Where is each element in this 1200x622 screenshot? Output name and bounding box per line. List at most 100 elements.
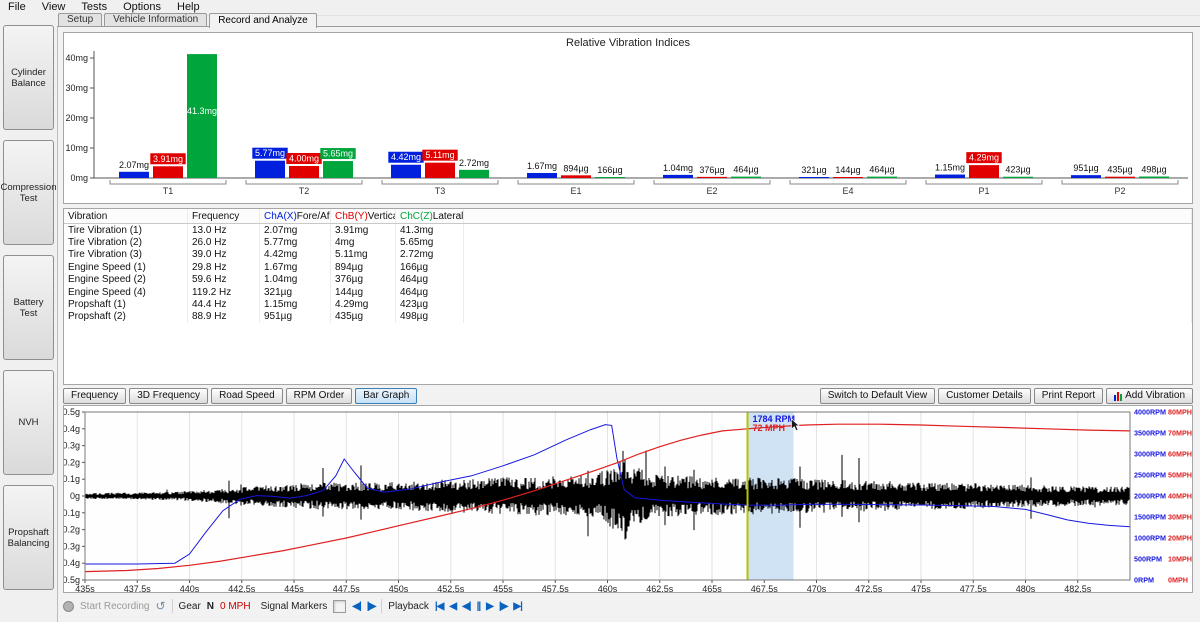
svg-text:500RPM: 500RPM bbox=[1134, 555, 1162, 564]
start-recording-button[interactable]: Start Recording bbox=[80, 601, 149, 612]
svg-text:T2: T2 bbox=[299, 186, 310, 196]
table-row[interactable]: Tire Vibration (2)26.0 Hz5.77mg4mg5.65mg bbox=[64, 236, 1192, 248]
svg-text:40MPH: 40MPH bbox=[1168, 492, 1192, 501]
3d-frequency-button[interactable]: 3D Frequency bbox=[129, 388, 208, 404]
tab-record-and-analyze[interactable]: Record and Analyze bbox=[209, 13, 317, 28]
sidebar-button-nvh[interactable]: NVH bbox=[3, 370, 54, 475]
step-forward-button[interactable]: |▶ bbox=[499, 601, 508, 612]
svg-text:-0.5g: -0.5g bbox=[64, 575, 80, 585]
print-report-button[interactable]: Print Report bbox=[1034, 388, 1103, 404]
rpm-order-button[interactable]: RPM Order bbox=[286, 388, 353, 404]
signal-markers-label: Signal Markers bbox=[261, 601, 328, 612]
table-row[interactable]: Tire Vibration (1)13.0 Hz2.07mg3.91mg41.… bbox=[64, 224, 1192, 236]
table-row[interactable]: Engine Speed (2)59.6 Hz1.04mg376µg464µg bbox=[64, 274, 1192, 286]
svg-text:445s: 445s bbox=[284, 584, 304, 592]
svg-text:1000RPM: 1000RPM bbox=[1134, 534, 1166, 543]
bar-T3-ch0 bbox=[391, 165, 421, 178]
svg-text:450s: 450s bbox=[389, 584, 409, 592]
table-row[interactable]: Tire Vibration (3)39.0 Hz4.42mg5.11mg2.7… bbox=[64, 249, 1192, 261]
bar-T2-ch0 bbox=[255, 161, 285, 178]
bar-E2-ch2 bbox=[731, 177, 761, 178]
svg-text:41.3mg: 41.3mg bbox=[187, 106, 217, 116]
sidebar-button-cylinder-balance[interactable]: Cylinder Balance bbox=[3, 25, 54, 130]
bar-graph-button[interactable]: Bar Graph bbox=[355, 388, 417, 404]
svg-text:457.5s: 457.5s bbox=[542, 584, 570, 592]
previous-marker-button[interactable]: ◀| bbox=[352, 601, 361, 612]
next-marker-button[interactable]: |▶ bbox=[367, 601, 376, 612]
table-header-cell: ChB(Y) Vertical bbox=[331, 209, 396, 223]
sidebar-button-battery-test[interactable]: Battery Test bbox=[3, 255, 54, 360]
road-speed-button[interactable]: Road Speed bbox=[211, 388, 283, 404]
svg-text:3500RPM: 3500RPM bbox=[1134, 429, 1166, 438]
svg-text:3000RPM: 3000RPM bbox=[1134, 450, 1166, 459]
table-row[interactable]: Engine Speed (1)29.8 Hz1.67mg894µg166µg bbox=[64, 261, 1192, 273]
marker-nav-buttons: ◀| |▶ bbox=[352, 601, 375, 612]
bar-T3-ch2 bbox=[459, 170, 489, 178]
svg-text:482.5s: 482.5s bbox=[1064, 584, 1092, 592]
jump-to-end-button[interactable]: ▶| bbox=[513, 601, 522, 612]
bar-E4-ch2 bbox=[867, 177, 897, 178]
svg-text:0mg: 0mg bbox=[70, 173, 88, 183]
sidebar: Cylinder Balance Compression Test Battery … bbox=[0, 15, 57, 622]
svg-text:472.5s: 472.5s bbox=[855, 584, 883, 592]
time-plot-panel: 435s437.5s440s442.5s445s447.5s450s452.5s… bbox=[63, 405, 1193, 593]
svg-text:30MPH: 30MPH bbox=[1168, 513, 1192, 522]
svg-text:447.5s: 447.5s bbox=[333, 584, 361, 592]
bar-E2-ch0 bbox=[663, 175, 693, 178]
svg-text:-0.2g: -0.2g bbox=[64, 525, 80, 535]
svg-text:0.5g: 0.5g bbox=[64, 407, 80, 417]
svg-text:5.77mg: 5.77mg bbox=[255, 148, 285, 158]
svg-text:P2: P2 bbox=[1114, 186, 1125, 196]
play-reverse-button[interactable]: ◀ bbox=[449, 601, 456, 612]
svg-text:475s: 475s bbox=[911, 584, 931, 592]
view-button-row: Frequency3D FrequencyRoad SpeedRPM Order… bbox=[63, 387, 1193, 405]
svg-text:0.4g: 0.4g bbox=[64, 424, 80, 434]
svg-text:0g: 0g bbox=[70, 491, 80, 501]
play-button[interactable]: ▶ bbox=[486, 601, 493, 612]
table-row[interactable]: Engine Speed (4)119.2 Hz321µg144µg464µg bbox=[64, 286, 1192, 298]
cursor-mph-readout: 72 MPH bbox=[753, 423, 786, 433]
svg-text:-0.4g: -0.4g bbox=[64, 558, 80, 568]
signal-markers-checkbox[interactable] bbox=[333, 600, 346, 613]
svg-text:435s: 435s bbox=[75, 584, 95, 592]
svg-text:20mg: 20mg bbox=[65, 113, 88, 123]
sidebar-button-compression-test[interactable]: Compression Test bbox=[3, 140, 54, 245]
svg-text:P1: P1 bbox=[978, 186, 989, 196]
time-plot-svg: 435s437.5s440s442.5s445s447.5s450s452.5s… bbox=[64, 406, 1192, 592]
add-vibration-button[interactable]: Add Vibration bbox=[1106, 388, 1193, 404]
switch-to-default-view-button[interactable]: Switch to Default View bbox=[820, 388, 935, 404]
svg-text:455s: 455s bbox=[493, 584, 513, 592]
playback-label: Playback bbox=[388, 601, 429, 612]
tab-vehicle-information[interactable]: Vehicle Information bbox=[104, 13, 207, 26]
svg-text:0.2g: 0.2g bbox=[64, 457, 80, 467]
record-icon bbox=[63, 601, 74, 612]
bar-T1-ch0 bbox=[119, 172, 149, 178]
tab-setup[interactable]: Setup bbox=[58, 13, 102, 26]
table-row[interactable]: Propshaft (1)44.4 Hz1.15mg4.29mg423µg bbox=[64, 298, 1192, 310]
svg-text:462.5s: 462.5s bbox=[646, 584, 674, 592]
undo-icon[interactable]: ↺ bbox=[155, 601, 165, 611]
svg-text:0.3g: 0.3g bbox=[64, 441, 80, 451]
svg-text:480s: 480s bbox=[1016, 584, 1036, 592]
svg-text:4000RPM: 4000RPM bbox=[1134, 408, 1166, 417]
frequency-button[interactable]: Frequency bbox=[63, 388, 126, 404]
table-row[interactable]: Propshaft (2)88.9 Hz951µg435µg498µg bbox=[64, 311, 1192, 323]
bar-T1-ch1 bbox=[153, 166, 183, 178]
menu-item-file[interactable]: File bbox=[0, 0, 34, 15]
svg-text:4.42mg: 4.42mg bbox=[391, 152, 421, 162]
svg-text:442.5s: 442.5s bbox=[228, 584, 256, 592]
svg-text:498µg: 498µg bbox=[1141, 165, 1166, 175]
svg-text:80MPH: 80MPH bbox=[1168, 408, 1192, 417]
table-header-cell: ChC(Z) Lateral bbox=[396, 209, 464, 223]
customer-details-button[interactable]: Customer Details bbox=[938, 388, 1031, 404]
jump-to-start-button[interactable]: |◀ bbox=[435, 601, 444, 612]
svg-text:1.04mg: 1.04mg bbox=[663, 163, 693, 173]
svg-text:E4: E4 bbox=[842, 186, 853, 196]
svg-text:3.91mg: 3.91mg bbox=[153, 154, 183, 164]
pause-button[interactable]: || bbox=[477, 601, 481, 612]
svg-text:4.00mg: 4.00mg bbox=[289, 154, 319, 164]
step-back-button[interactable]: ◀| bbox=[462, 601, 471, 612]
svg-text:894µg: 894µg bbox=[563, 163, 588, 173]
sidebar-button-propshaft-balancing[interactable]: Propshaft Balancing bbox=[3, 485, 54, 590]
svg-text:460s: 460s bbox=[598, 584, 618, 592]
